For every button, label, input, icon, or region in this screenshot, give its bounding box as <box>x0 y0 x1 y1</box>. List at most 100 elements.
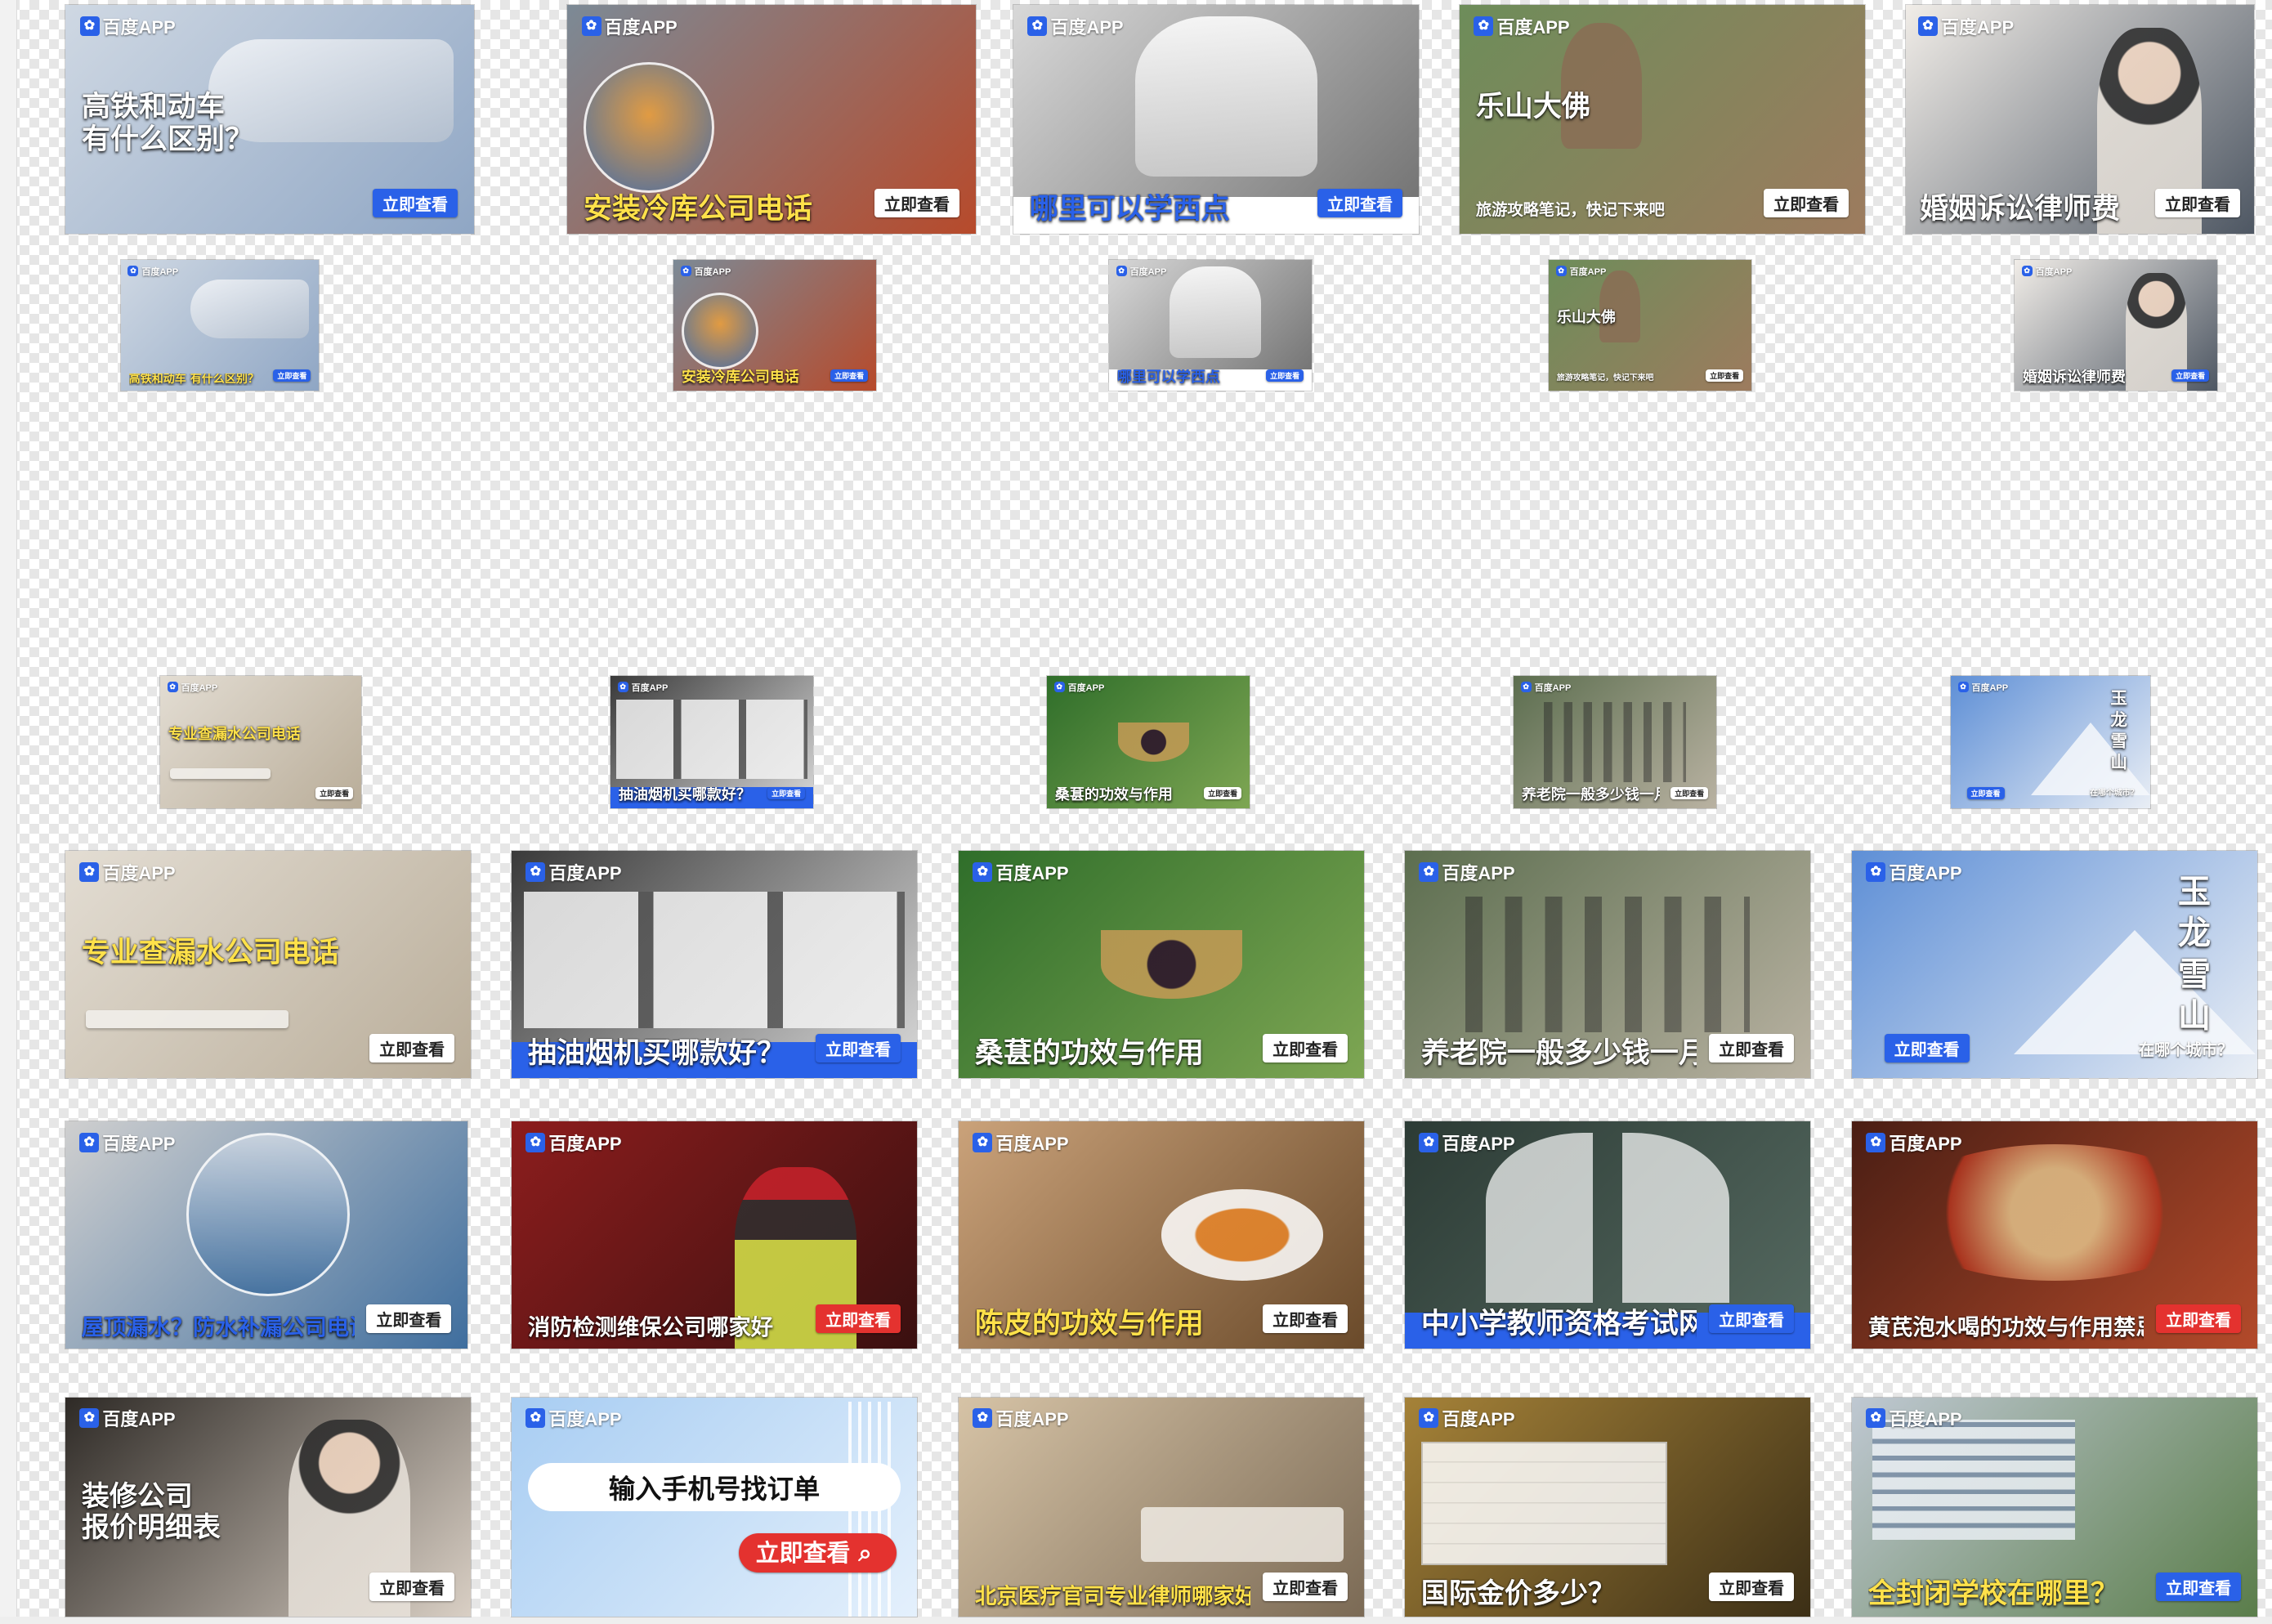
cta-button[interactable]: 立即查看 <box>1709 1304 1795 1333</box>
ad-banner-card[interactable]: ✿ 百度APP 桑葚的功效与作用 立即查看 <box>1047 676 1250 808</box>
ad-banner-card[interactable]: ✿ 百度APP 国际金价多少？ 立即查看 <box>1405 1398 1810 1617</box>
paw-icon: ✿ <box>79 861 100 882</box>
ad-banner-card[interactable]: ✿ 百度APP 抽油烟机买哪款好？ 立即查看 <box>610 676 813 808</box>
paw-icon: ✿ <box>1419 1408 1439 1429</box>
ad-banner-card[interactable]: ✿ 百度APP 装修公司 报价明细表 立即查看 <box>65 1398 471 1617</box>
brand-logo: ✿ 百度APP <box>1555 265 1606 278</box>
brand-name: 百度APP <box>2035 266 2073 277</box>
cta-button[interactable]: 立即查看 <box>2154 189 2240 218</box>
cta-label: 立即查看 <box>755 1539 851 1568</box>
order-lookup-box: 输入手机号找订单 <box>527 1463 901 1512</box>
ad-banner-card[interactable]: ✿ 百度APP 消防检测维保公司哪家好 立即查看 <box>512 1121 917 1349</box>
banner-title: 消防检测维保公司哪家好 <box>527 1315 774 1340</box>
ad-banner-card[interactable]: ✿ 百度APP 陈皮的功效与作用 立即查看 <box>959 1121 1364 1349</box>
ad-banner-card[interactable]: ✿ 百度APP 婚姻诉讼律师费 立即查看 <box>2015 260 2217 391</box>
ad-banner-card[interactable]: ✿ 百度APP 乐山大佛 旅游攻略笔记，快记下来吧 立即查看 <box>1460 5 1865 234</box>
cta-button[interactable]: 立即查看 <box>366 1304 452 1333</box>
banner-title: 装修公司 报价明细表 <box>81 1479 221 1544</box>
cta-button[interactable]: 立即查看 <box>2156 1304 2242 1333</box>
ad-banner-card[interactable]: ✿ 百度APP 抽油烟机买哪款好？ 立即查看 <box>512 851 917 1078</box>
paw-icon: ✿ <box>79 1132 100 1152</box>
banner-title: 桑葚的功效与作用 <box>974 1038 1204 1071</box>
brand-logo: ✿ 百度APP <box>167 681 217 694</box>
brand-logo: ✿ 百度APP <box>127 265 178 278</box>
paw-icon: ✿ <box>1917 16 1938 36</box>
cta-button[interactable]: 立即查看 <box>830 369 869 382</box>
brand-name: 百度APP <box>1940 16 2015 38</box>
cta-button[interactable]: 立即查看 <box>1884 1033 1970 1063</box>
ad-banner-card[interactable]: ✿ 百度APP 养老院一般多少钱一月 立即查看 <box>1405 851 1810 1078</box>
cta-button[interactable]: 立即查看 <box>1709 1573 1795 1602</box>
ad-banner-card[interactable]: ✿ 百度APP 哪里可以学西点 立即查看 <box>1109 260 1312 391</box>
cta-button[interactable]: 立即查看 <box>874 189 959 218</box>
paw-icon: ✿ <box>1866 1132 1886 1152</box>
roof-icon <box>186 1132 351 1297</box>
ad-banner-card[interactable]: ✿ 百度APP 高铁和动车 有什么区别？ 立即查看 <box>65 5 474 234</box>
banner-title: 国际金价多少？ <box>1420 1577 1616 1609</box>
ad-banner-card[interactable]: ✿ 百度APP 婚姻诉讼律师费 立即查看 <box>1906 5 2254 234</box>
cta-button[interactable]: 立即查看 <box>1670 786 1709 799</box>
brand-logo: ✿ 百度APP <box>526 1130 622 1156</box>
cta-button[interactable]: 立即查看 <box>1204 786 1242 799</box>
cta-button[interactable]: 立即查看 <box>1263 1573 1348 1602</box>
ad-banner-card[interactable]: ✿ 百度APP 乐山大佛 旅游攻略笔记，快记下来吧 立即查看 <box>1549 260 1751 391</box>
cta-button[interactable]: 立即查看 <box>369 1573 455 1602</box>
brand-name: 百度APP <box>1442 1409 1515 1430</box>
banner-title: 全封闭学校在哪里？ <box>1867 1577 2118 1609</box>
ad-banner-card[interactable]: ✿ 百度APP 养老院一般多少钱一月 立即查看 <box>1514 676 1716 808</box>
cta-button[interactable]: 立即查看 <box>273 369 311 382</box>
brand-name: 百度APP <box>1889 862 1962 884</box>
ad-banner-card[interactable]: ✿ 百度APP 专业查漏水公司电话 立即查看 <box>65 851 471 1078</box>
ad-banner-card[interactable]: ✿ 百度APP 专业查漏水公司电话 立即查看 <box>160 676 361 808</box>
paw-icon: ✿ <box>127 266 139 277</box>
elder-icon <box>1544 702 1686 782</box>
ad-banner-card[interactable]: ✿ 百度APP 高铁和动车 有什么区别？ 立即查看 <box>121 260 319 391</box>
cta-button[interactable]: 立即查看 ⌕ <box>739 1533 897 1573</box>
ad-banner-card[interactable]: ✿ 百度APP 哪里可以学西点 立即查看 <box>1013 5 1419 234</box>
banner-title: 乐山大佛 <box>1475 91 1590 124</box>
ad-banner-card[interactable]: ✿ 百度APP 安装冷库公司电话 立即查看 <box>673 260 876 391</box>
paw-icon: ✿ <box>1555 266 1567 277</box>
cta-button[interactable]: 立即查看 <box>1764 189 1849 218</box>
brand-name: 百度APP <box>995 1133 1069 1154</box>
ad-banner-card[interactable]: ✿百度APP 北京医疗官司专业律师哪家好？在线咨询立即查看 <box>959 1398 1364 1617</box>
cta-button[interactable]: 立即查看 <box>369 1033 455 1063</box>
brand-name: 百度APP <box>694 266 731 277</box>
cta-button[interactable]: 立即查看 <box>373 189 458 218</box>
banner-title: 玉龙雪山 <box>2171 873 2210 1040</box>
brand-name: 百度APP <box>548 1409 622 1430</box>
brand-name: 百度APP <box>102 1133 176 1154</box>
cta-button[interactable]: 立即查看 <box>1966 786 2005 799</box>
ad-banner-card[interactable]: ✿ 百度APP 输入手机号找订单立即查看 ⌕ <box>512 1398 917 1617</box>
banner-title: 抽油烟机买哪款好？ <box>527 1038 785 1071</box>
banner-title: 专业查漏水公司电话 <box>81 936 339 969</box>
cta-button[interactable]: 立即查看 <box>315 786 354 799</box>
banner-subtitle: 旅游攻略笔记，快记下来吧 <box>1475 200 1665 220</box>
berry-icon <box>1100 930 1243 999</box>
ad-banner-card[interactable]: ✿ 百度APP 桑葚的功效与作用 立即查看 <box>959 851 1364 1078</box>
cta-button[interactable]: 立即查看 <box>816 1304 901 1333</box>
cta-button[interactable]: 立即查看 <box>1317 189 1403 218</box>
cta-button[interactable]: 立即查看 <box>1706 369 1744 382</box>
brand-logo: ✿ 百度APP <box>79 13 176 39</box>
cta-button[interactable]: 立即查看 <box>2156 1573 2242 1602</box>
cta-button[interactable]: 立即查看 <box>1266 369 1304 382</box>
ad-banner-card[interactable]: ✿ 百度APP 安装冷库公司电话 立即查看 <box>567 5 976 234</box>
cta-button[interactable]: 立即查看 <box>1263 1304 1348 1333</box>
brand-logo: ✿ 百度APP <box>1520 681 1571 694</box>
ad-banner-card[interactable]: ✿百度APP 黄芪泡水喝的功效与作用禁忌！ 立即查看 <box>1852 1121 2257 1349</box>
ad-banner-card[interactable]: ✿ 百度APP 全封闭学校在哪里？ 立即查看 <box>1852 1398 2257 1617</box>
ad-banner-card[interactable]: ✿ 百度APP 中小学教师资格考试网 立即查看 <box>1405 1121 1810 1349</box>
paw-icon: ✿ <box>526 1408 546 1429</box>
ad-banner-card[interactable]: ✿ 百度APP 屋顶漏水？防水补漏公司电话 立即查看 <box>65 1121 467 1349</box>
cta-button[interactable]: 立即查看 <box>816 1033 901 1063</box>
canvas-bottom-edge <box>0 1617 2272 1624</box>
cta-button[interactable]: 立即查看 <box>1263 1033 1348 1063</box>
ad-banner-card[interactable]: ✿ 百度APP 玉龙雪山 在哪个城市？ 立即查看 <box>1852 851 2257 1078</box>
ad-banner-card[interactable]: ✿ 百度APP 玉龙雪山 在哪个城市？ 立即查看 <box>1951 676 2150 808</box>
paw-icon: ✿ <box>1027 16 1048 36</box>
cta-button[interactable]: 立即查看 <box>767 786 806 799</box>
cta-button[interactable]: 立即查看 <box>2171 369 2210 382</box>
cta-button[interactable]: 立即查看 <box>1709 1033 1795 1063</box>
paw-icon: ✿ <box>1053 682 1065 693</box>
